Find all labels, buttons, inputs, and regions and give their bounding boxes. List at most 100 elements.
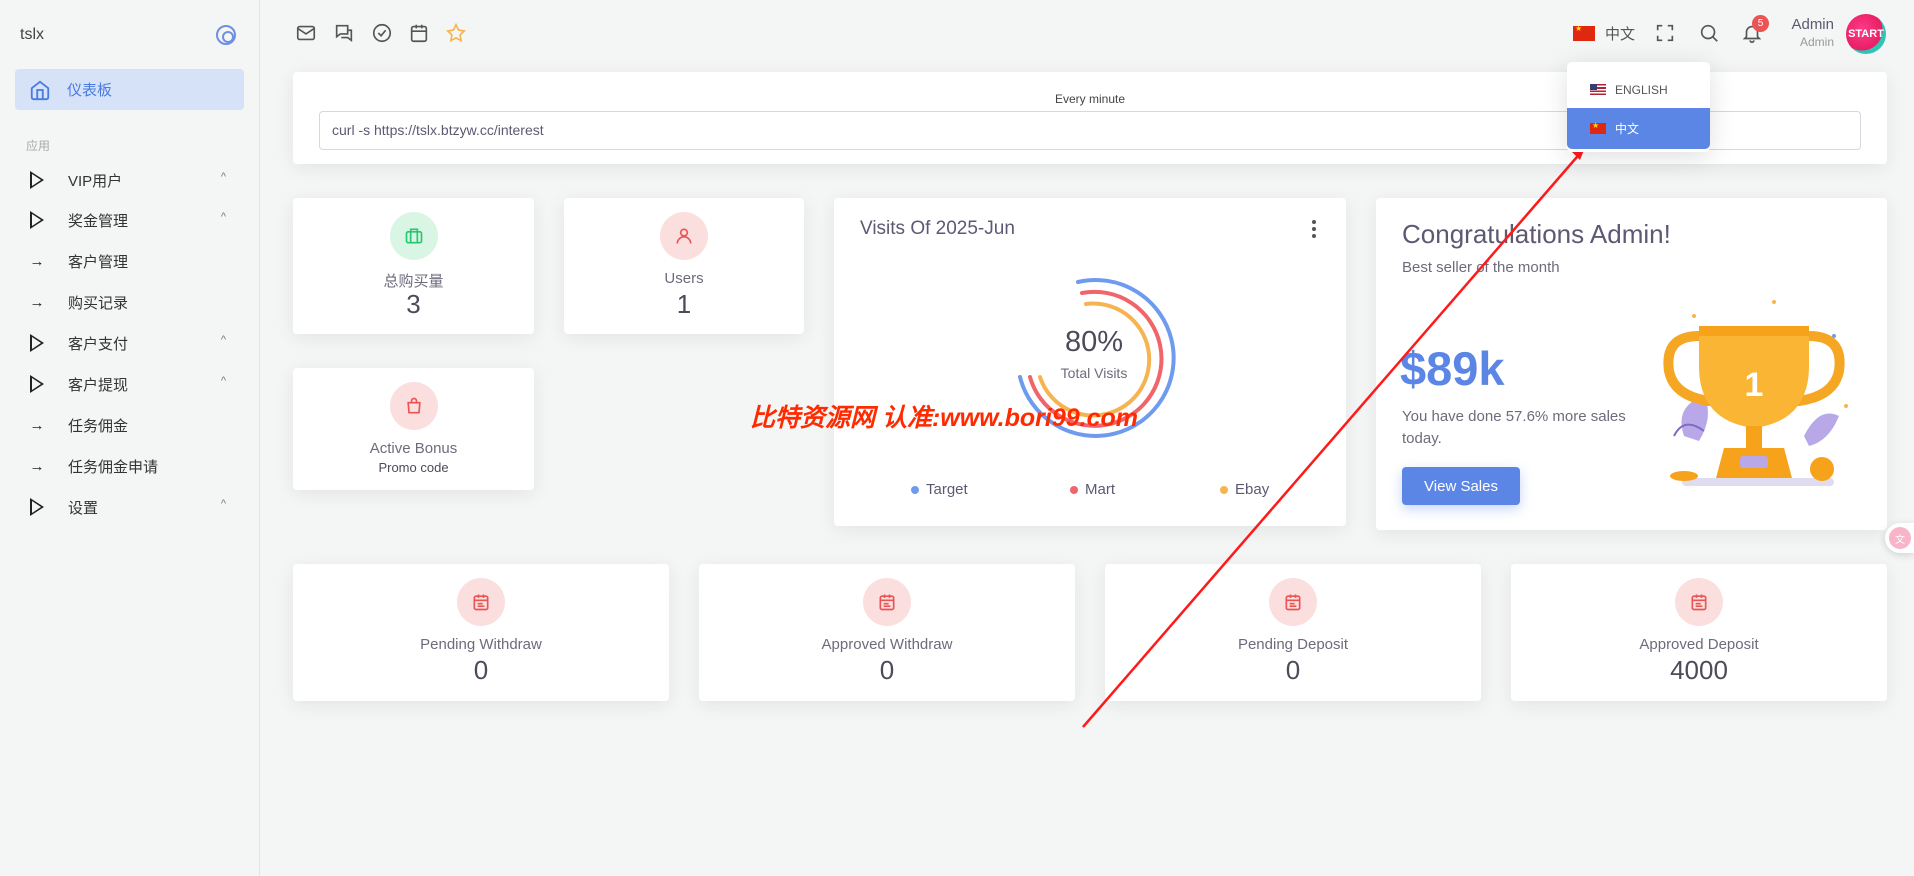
sidebar-item-customer-withdraw[interactable]: 客户提现 ^ [26,369,246,399]
calendar-icon [863,578,911,626]
home-icon [30,80,50,100]
arrow-right-icon: → [29,416,45,434]
chevron-up-icon: ^ [220,171,226,183]
user-role: Admin [1799,35,1834,49]
visits-percentage: 80% [1064,326,1124,358]
arrow-right-icon: → [29,457,45,475]
stat-value: 3 [406,289,421,319]
watermark: 比特资源网 认准:www.bori99.com [750,404,1139,432]
visits-title: Visits Of 2025-Jun [860,218,1015,239]
calendar-icon [1269,578,1317,626]
sidebar: tslx 仪表板 应用 VIP用户 ^ 奖金管理 ^ → 客户管理 → 购买记录… [0,0,260,876]
sidebar-toggle-icon[interactable] [216,25,236,45]
congrats-description: You have done 57.6% more sales today. [1402,408,1626,447]
chat-icon[interactable] [333,22,355,44]
star-icon[interactable] [445,22,467,44]
stat-label: Pending Deposit [1237,636,1349,653]
stat-label: Users [664,270,704,287]
stat-card-pending-withdraw: Pending Withdraw 0 [293,564,669,701]
calendar-icon [457,578,505,626]
sidebar-item-customer-payment[interactable]: 客户支付 ^ [26,328,246,358]
language-option-chinese[interactable]: 中文 [1567,108,1710,149]
calendar-icon[interactable] [408,22,430,44]
chevron-up-icon: ^ [220,375,226,387]
translate-icon: 文 [1889,527,1911,549]
view-sales-button[interactable]: View Sales [1402,467,1520,505]
visits-card: Visits Of 2025-Jun 80% Total Visits Targ… [834,198,1346,526]
triangle-right-icon [30,171,44,189]
stat-label: Pending Withdraw [420,636,542,653]
triangle-right-icon [30,498,44,516]
language-option-english[interactable]: ENGLISH [1567,69,1710,110]
sidebar-item-purchase-records[interactable]: → 购买记录 [26,287,246,317]
sidebar-item-task-commission-apply[interactable]: → 任务佣金申请 [26,451,246,481]
stat-value: 1 [676,289,692,319]
sidebar-item-label: 任务佣金 [68,417,129,435]
sidebar-item-label: 仪表板 [67,82,113,99]
stat-card-active-bonus: Active Bonus Promo code [293,368,534,490]
triangle-right-icon [30,211,44,229]
sidebar-item-vip-users[interactable]: VIP用户 ^ [26,165,246,195]
visits-label: Total Visits [1060,365,1128,381]
trophy-number: 1 [1745,366,1764,404]
arrow-right-icon: → [29,252,45,270]
sidebar-item-settings[interactable]: 设置 ^ [26,492,246,522]
language-label: 中文 [1605,26,1636,43]
mail-icon[interactable] [295,22,317,44]
stat-label: Approved Deposit [1639,636,1759,653]
stat-value: 4000 [1670,655,1728,685]
sidebar-item-label: 设置 [68,499,99,517]
section-label: 应用 [26,139,51,153]
legend-mart: Mart [1070,481,1115,498]
cn-flag-icon [1573,24,1595,41]
congrats-title: Congratulations Admin! [1402,219,1671,249]
chevron-up-icon: ^ [220,211,226,223]
congrats-card: Congratulations Admin! Best seller of th… [1376,198,1887,530]
language-option-label: ENGLISH [1615,82,1668,97]
shopping-bag-icon [389,382,438,430]
sidebar-item-customer-management[interactable]: → 客户管理 [26,246,246,276]
stat-card-approved-withdraw: Approved Withdraw 0 [699,564,1075,701]
stat-card-users: Users 1 [564,198,804,334]
cn-flag-icon [1590,121,1606,134]
congrats-amount: $89k [1400,342,1505,395]
briefcase-icon [389,212,438,260]
sidebar-item-bonus-management[interactable]: 奖金管理 ^ [26,205,246,235]
calendar-icon [1675,578,1723,626]
us-flag-icon [1590,84,1606,95]
translate-widget[interactable]: 文 [1885,523,1914,553]
legend-target: Target [911,481,968,498]
search-icon[interactable] [1698,22,1720,44]
language-switcher[interactable]: 中文 [1573,23,1635,44]
fullscreen-icon[interactable] [1654,22,1676,44]
stat-value: 0 [473,655,489,685]
legend-label: Mart [1085,481,1115,498]
stat-card-pending-deposit: Pending Deposit 0 [1105,564,1481,701]
stat-value: 0 [879,655,895,685]
notification-badge: 5 [1752,15,1769,32]
sidebar-item-label: 奖金管理 [68,212,129,230]
legend-ebay: Ebay [1220,481,1269,498]
brand-name[interactable]: tslx [20,26,44,44]
sidebar-item-label: 购买记录 [68,294,129,312]
sidebar-item-label: VIP用户 [68,172,123,190]
language-option-label: 中文 [1615,122,1640,136]
sidebar-item-label: 任务佣金申请 [68,458,159,476]
stat-label: Approved Withdraw [821,636,953,653]
stat-sublabel: Promo code [378,460,449,475]
check-circle-icon[interactable] [371,22,393,44]
triangle-right-icon [30,334,44,352]
legend-dot [911,485,919,494]
language-dropdown: ENGLISH 中文 [1567,62,1710,152]
avatar[interactable]: START [1846,14,1886,54]
legend-label: Ebay [1235,481,1270,498]
sidebar-item-dashboard[interactable]: 仪表板 [15,69,244,110]
stat-label: Active Bonus [369,440,458,457]
more-vertical-icon[interactable] [1312,220,1316,238]
legend-dot [1220,485,1228,494]
user-name[interactable]: Admin [1786,16,1834,33]
user-icon [660,212,708,260]
triangle-right-icon [30,375,44,393]
sidebar-item-task-commission[interactable]: → 任务佣金 [26,410,246,440]
arrow-right-icon: → [29,293,45,311]
